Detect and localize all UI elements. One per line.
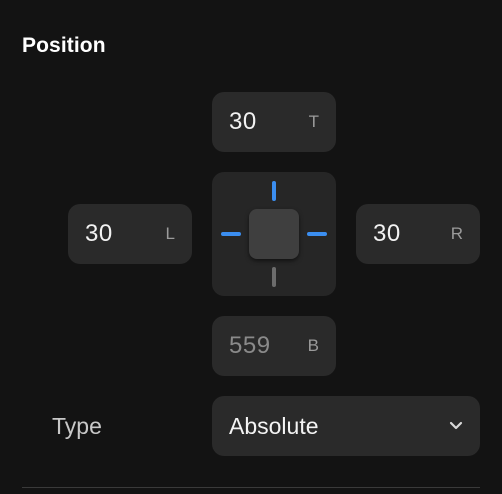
bottom-offset-value[interactable]: 559 [229,316,271,376]
left-offset-suffix: L [165,224,175,243]
left-constraint-pin[interactable] [221,232,241,236]
bottom-offset-suffix: B [307,336,319,355]
right-offset-suffix: R [450,224,463,243]
position-type-value: Absolute [229,413,319,439]
right-constraint-pin[interactable] [307,232,327,236]
top-offset-field[interactable]: 30 T [212,92,336,152]
position-type-select[interactable]: Absolute [212,396,480,456]
right-offset-field[interactable]: 30 R [356,204,480,264]
section-title: Position [22,34,106,57]
bottom-offset-field[interactable]: 559 B [212,316,336,376]
chevron-down-icon [449,421,463,430]
left-offset-field[interactable]: 30 L [68,204,192,264]
left-offset-value[interactable]: 30 [85,204,113,264]
top-offset-value[interactable]: 30 [229,92,257,152]
element-preview-square [249,209,299,259]
top-constraint-pin[interactable] [272,181,276,201]
type-label: Type [52,413,102,439]
position-panel: Position 30 T 30 L 30 R 559 B Type Absol… [0,0,502,494]
constraint-widget [212,172,336,296]
top-offset-suffix: T [308,112,319,131]
bottom-constraint-pin[interactable] [272,267,276,287]
section-divider [22,487,480,488]
right-offset-value[interactable]: 30 [373,204,401,264]
